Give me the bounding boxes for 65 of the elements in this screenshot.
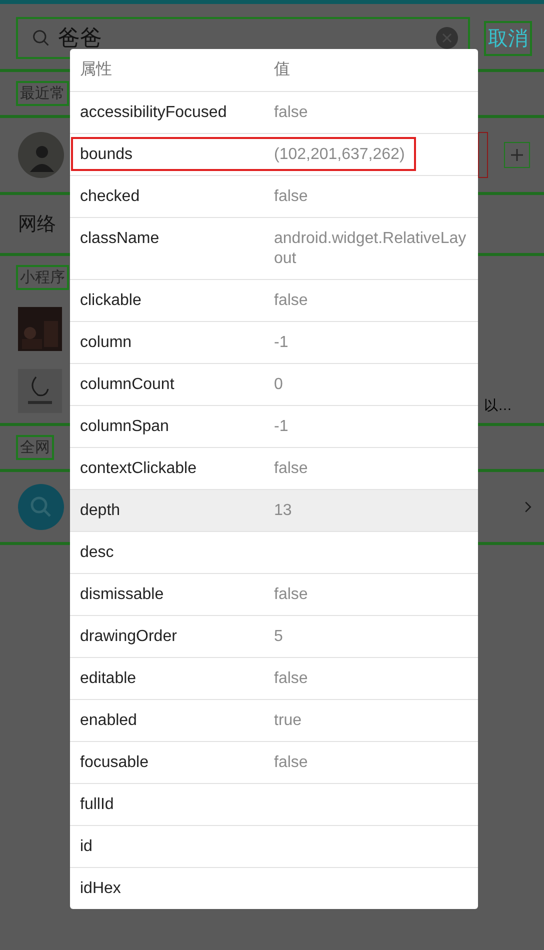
property-row[interactable]: drawingOrder 5 xyxy=(70,616,478,658)
property-value: 5 xyxy=(274,627,284,647)
property-name: className xyxy=(79,229,160,249)
property-name: accessibilityFocused xyxy=(79,103,228,123)
property-value: false xyxy=(274,753,309,773)
property-row[interactable]: depth 13 xyxy=(70,490,478,532)
property-row[interactable]: fullId xyxy=(70,784,478,826)
property-name: column xyxy=(79,333,133,353)
property-row[interactable]: desc xyxy=(70,532,478,574)
property-row[interactable]: columnSpan -1 xyxy=(70,406,478,448)
property-value: false xyxy=(274,459,309,479)
property-name: columnCount xyxy=(79,375,176,395)
property-value: (102,201,637,262) xyxy=(274,145,406,165)
property-value: false xyxy=(274,187,309,207)
section-title: 网络 xyxy=(18,214,56,235)
property-name: columnSpan xyxy=(79,417,170,437)
property-name: fullId xyxy=(79,795,115,815)
clear-icon[interactable] xyxy=(436,27,458,49)
property-row[interactable]: bounds (102,201,637,262) xyxy=(70,134,478,176)
property-value: true xyxy=(274,711,303,731)
property-row[interactable]: focusable false xyxy=(70,742,478,784)
chevron-icon xyxy=(524,500,532,514)
property-name: dismissable xyxy=(79,585,165,605)
property-name: focusable xyxy=(79,753,150,773)
property-value: -1 xyxy=(274,333,290,353)
property-row[interactable]: clickable false xyxy=(70,280,478,322)
property-row[interactable]: enabled true xyxy=(70,700,478,742)
property-name: id xyxy=(79,837,94,857)
property-name: desc xyxy=(79,543,115,563)
selection-frame xyxy=(478,132,488,178)
property-name: idHex xyxy=(79,879,122,899)
property-row[interactable]: editable false xyxy=(70,658,478,700)
property-value: 0 xyxy=(274,375,284,395)
property-row[interactable]: idHex xyxy=(70,868,478,909)
property-row[interactable]: dismissable false xyxy=(70,574,478,616)
add-icon[interactable] xyxy=(504,142,530,168)
property-value: false xyxy=(274,291,309,311)
property-row[interactable]: id xyxy=(70,826,478,868)
property-value: 13 xyxy=(274,501,293,521)
property-name: editable xyxy=(79,669,138,689)
logo-icon xyxy=(18,369,62,413)
property-name: depth xyxy=(79,501,122,521)
property-value: false xyxy=(274,669,309,689)
property-row[interactable]: columnCount 0 xyxy=(70,364,478,406)
search-icon xyxy=(32,29,50,47)
property-name: checked xyxy=(79,187,141,207)
snippet-text: 以… xyxy=(484,397,512,415)
column-header: 属性 xyxy=(79,60,113,80)
property-name: clickable xyxy=(79,291,142,311)
avatar-icon xyxy=(18,132,64,178)
search-text: 爸爸 xyxy=(58,24,103,52)
property-value: false xyxy=(274,103,309,123)
property-value: false xyxy=(274,585,309,605)
property-name: drawingOrder xyxy=(79,627,178,647)
search-icon[interactable] xyxy=(18,484,64,530)
property-value: android.widget.RelativeLayout xyxy=(274,229,468,269)
property-row[interactable]: checked false xyxy=(70,176,478,218)
property-row[interactable]: accessibilityFocused false xyxy=(70,92,478,134)
property-name: enabled xyxy=(79,711,138,731)
property-name: contextClickable xyxy=(79,459,198,479)
property-value: -1 xyxy=(274,417,290,437)
column-header: 值 xyxy=(274,60,291,80)
property-row[interactable]: className android.widget.RelativeLayout xyxy=(70,218,478,280)
property-name: bounds xyxy=(79,145,134,165)
property-row[interactable]: column -1 xyxy=(70,322,478,364)
